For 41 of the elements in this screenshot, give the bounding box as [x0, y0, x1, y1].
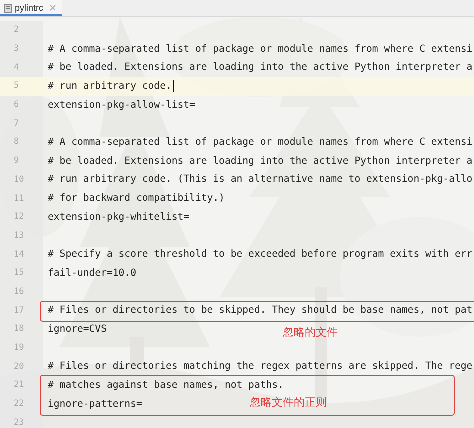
line-number: 18 — [0, 320, 43, 339]
line-number: 17 — [0, 301, 43, 320]
code-line: # be loaded. Extensions are loading into the active Python interpreter a — [48, 62, 473, 74]
code-line: # be loaded. Extensions are loading into the active Python interpreter a — [48, 156, 473, 167]
line-number: 5 — [0, 77, 43, 96]
annotation-label: 忽略文件的正则 — [250, 394, 327, 410]
line-number: 12 — [0, 208, 43, 227]
line-number: 15 — [0, 264, 43, 283]
line-number: 6 — [0, 96, 43, 114]
line-number: 20 — [0, 357, 43, 376]
code-line: # A comma-separated list of package or module names from where C extensi — [48, 44, 473, 55]
text-caret — [172, 80, 174, 92]
line-number: 8 — [0, 133, 43, 152]
line-number: 13 — [0, 226, 43, 246]
line-number: 9 — [0, 152, 43, 170]
line-number: 10 — [0, 170, 43, 190]
annotation-label: 忽略的文件 — [283, 325, 338, 340]
line-number: 2 — [0, 21, 43, 40]
code-line: extension-pkg-allow-list= — [48, 100, 196, 111]
close-icon[interactable] — [50, 5, 56, 11]
code-line: # Files or directories to be skipped. They should be base names, not pat — [48, 305, 473, 316]
line-number: 7 — [0, 114, 43, 134]
line-number: 3 — [0, 40, 43, 58]
file-icon — [4, 4, 12, 12]
code-line: # matches against base names, not paths. — [48, 380, 284, 391]
code-line: ignore-patterns= — [48, 398, 142, 410]
line-number: 11 — [0, 189, 43, 208]
code-line: # Files or directories matching the regex patterns are skipped. The rege — [48, 361, 473, 372]
line-number: 14 — [0, 245, 43, 264]
code-line: fail-under=10.0 — [48, 268, 136, 279]
code-line: ignore=CVS — [48, 324, 107, 335]
line-number: 19 — [0, 338, 43, 358]
code-line: # run arbitrary code. (This is an alternative name to extension-pkg-allo — [48, 174, 473, 186]
file-tab[interactable]: pylintrc — [0, 0, 62, 16]
line-number: 16 — [0, 282, 43, 302]
line-number: 4 — [0, 58, 43, 78]
code-line: # Specify a score threshold to be exceeded before program exits with err — [48, 249, 473, 260]
code-line: extension-pkg-whitelist= — [48, 212, 190, 223]
code-line: # for backward compatibility.) — [48, 193, 225, 204]
code-line: # A comma-separated list of package or module names from where C extensi — [48, 136, 473, 148]
code-line: # run arbitrary code. — [48, 80, 172, 92]
